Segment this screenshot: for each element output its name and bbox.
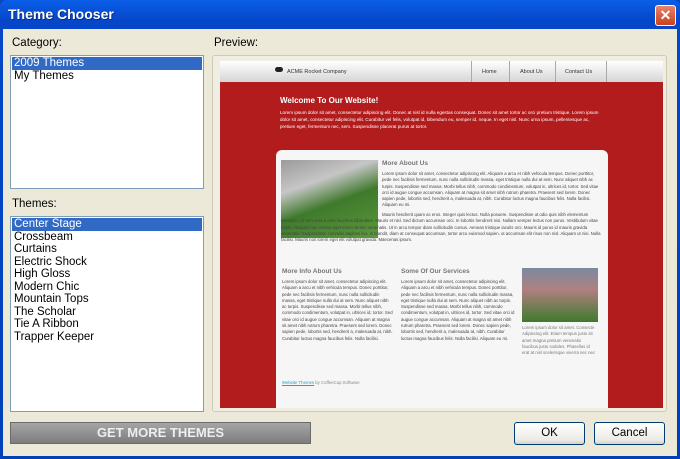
services-heading: Some Of Our Services bbox=[401, 268, 470, 275]
more-about-text-2: Mauris hendrerit quam ac eros. Integer q… bbox=[281, 212, 601, 243]
theme-item[interactable]: Curtains bbox=[12, 243, 202, 256]
dialog-body: Category: 2009 Themes My Themes Themes: … bbox=[3, 29, 677, 456]
ok-button[interactable]: OK bbox=[514, 422, 585, 445]
preview-nav-bar: ACME Rocket Company Home About Us Contac… bbox=[220, 61, 663, 82]
more-info-text: Lorem ipsum dolor sit amet, consectetur … bbox=[282, 279, 393, 342]
theme-item[interactable]: Crossbeam bbox=[12, 231, 202, 244]
preview-footer: Website Themes by CoffeeCup Software bbox=[282, 380, 360, 386]
preview-nav-home: Home bbox=[482, 69, 497, 75]
theme-item[interactable]: Trapper Keeper bbox=[12, 331, 202, 344]
nav-divider bbox=[606, 61, 607, 82]
more-info-heading: More Info About Us bbox=[282, 268, 342, 275]
window-title: Theme Chooser bbox=[8, 6, 114, 22]
preview-company-name: ACME Rocket Company bbox=[287, 69, 347, 75]
preview-label: Preview: bbox=[214, 37, 259, 49]
theme-item[interactable]: Electric Shock bbox=[12, 256, 202, 269]
more-about-text: Lorem ipsum dolor sit amet, consectetur … bbox=[382, 171, 599, 208]
preview-intro-text: Lorem ipsum dolor sit amet, consectetur … bbox=[280, 110, 599, 129]
theme-item[interactable]: Mountain Tops bbox=[12, 293, 202, 306]
football-photo-small bbox=[522, 268, 598, 322]
theme-item[interactable]: Tie A Ribbon bbox=[12, 318, 202, 331]
footer-credit: by CoffeeCup Software bbox=[314, 380, 360, 385]
category-label: Category: bbox=[12, 37, 62, 49]
preview-nav-contact: Contact Us bbox=[565, 69, 593, 75]
rocket-logo-icon bbox=[275, 67, 283, 72]
theme-item[interactable]: Center Stage bbox=[12, 218, 202, 231]
get-more-themes-button[interactable]: GET MORE THEMES bbox=[10, 422, 311, 444]
category-list[interactable]: 2009 Themes My Themes bbox=[10, 55, 204, 189]
photo-caption: Lorem ipsum dolor sit amet. Consecte Adi… bbox=[522, 325, 596, 357]
category-item-2009-themes[interactable]: 2009 Themes bbox=[12, 57, 202, 70]
cancel-button[interactable]: Cancel bbox=[594, 422, 665, 445]
more-about-heading: More About Us bbox=[382, 160, 428, 167]
themes-label: Themes: bbox=[12, 198, 57, 210]
preview-welcome-heading: Welcome To Our Website! bbox=[280, 96, 379, 105]
nav-divider bbox=[555, 61, 556, 82]
preview-content-card: More About Us Lorem ipsum dolor sit amet… bbox=[276, 150, 608, 408]
preview-frame: ACME Rocket Company Home About Us Contac… bbox=[212, 55, 667, 412]
theme-item[interactable]: The Scholar bbox=[12, 306, 202, 319]
preview-nav-about: About Us bbox=[520, 69, 543, 75]
themes-list[interactable]: Center Stage Crossbeam Curtains Electric… bbox=[10, 216, 204, 412]
theme-item[interactable]: Modern Chic bbox=[12, 281, 202, 294]
preview-page: ACME Rocket Company Home About Us Contac… bbox=[220, 61, 663, 408]
theme-item[interactable]: High Gloss bbox=[12, 268, 202, 281]
category-item-my-themes[interactable]: My Themes bbox=[12, 70, 202, 83]
nav-divider bbox=[509, 61, 510, 82]
close-button[interactable]: ✕ bbox=[655, 5, 676, 26]
website-themes-link: Website Themes bbox=[282, 380, 315, 385]
theme-chooser-dialog: Theme Chooser ✕ Category: 2009 Themes My… bbox=[0, 0, 680, 459]
nav-divider bbox=[471, 61, 472, 82]
services-text: Lorem ipsum dolor sit amet, consectetur … bbox=[401, 279, 515, 341]
